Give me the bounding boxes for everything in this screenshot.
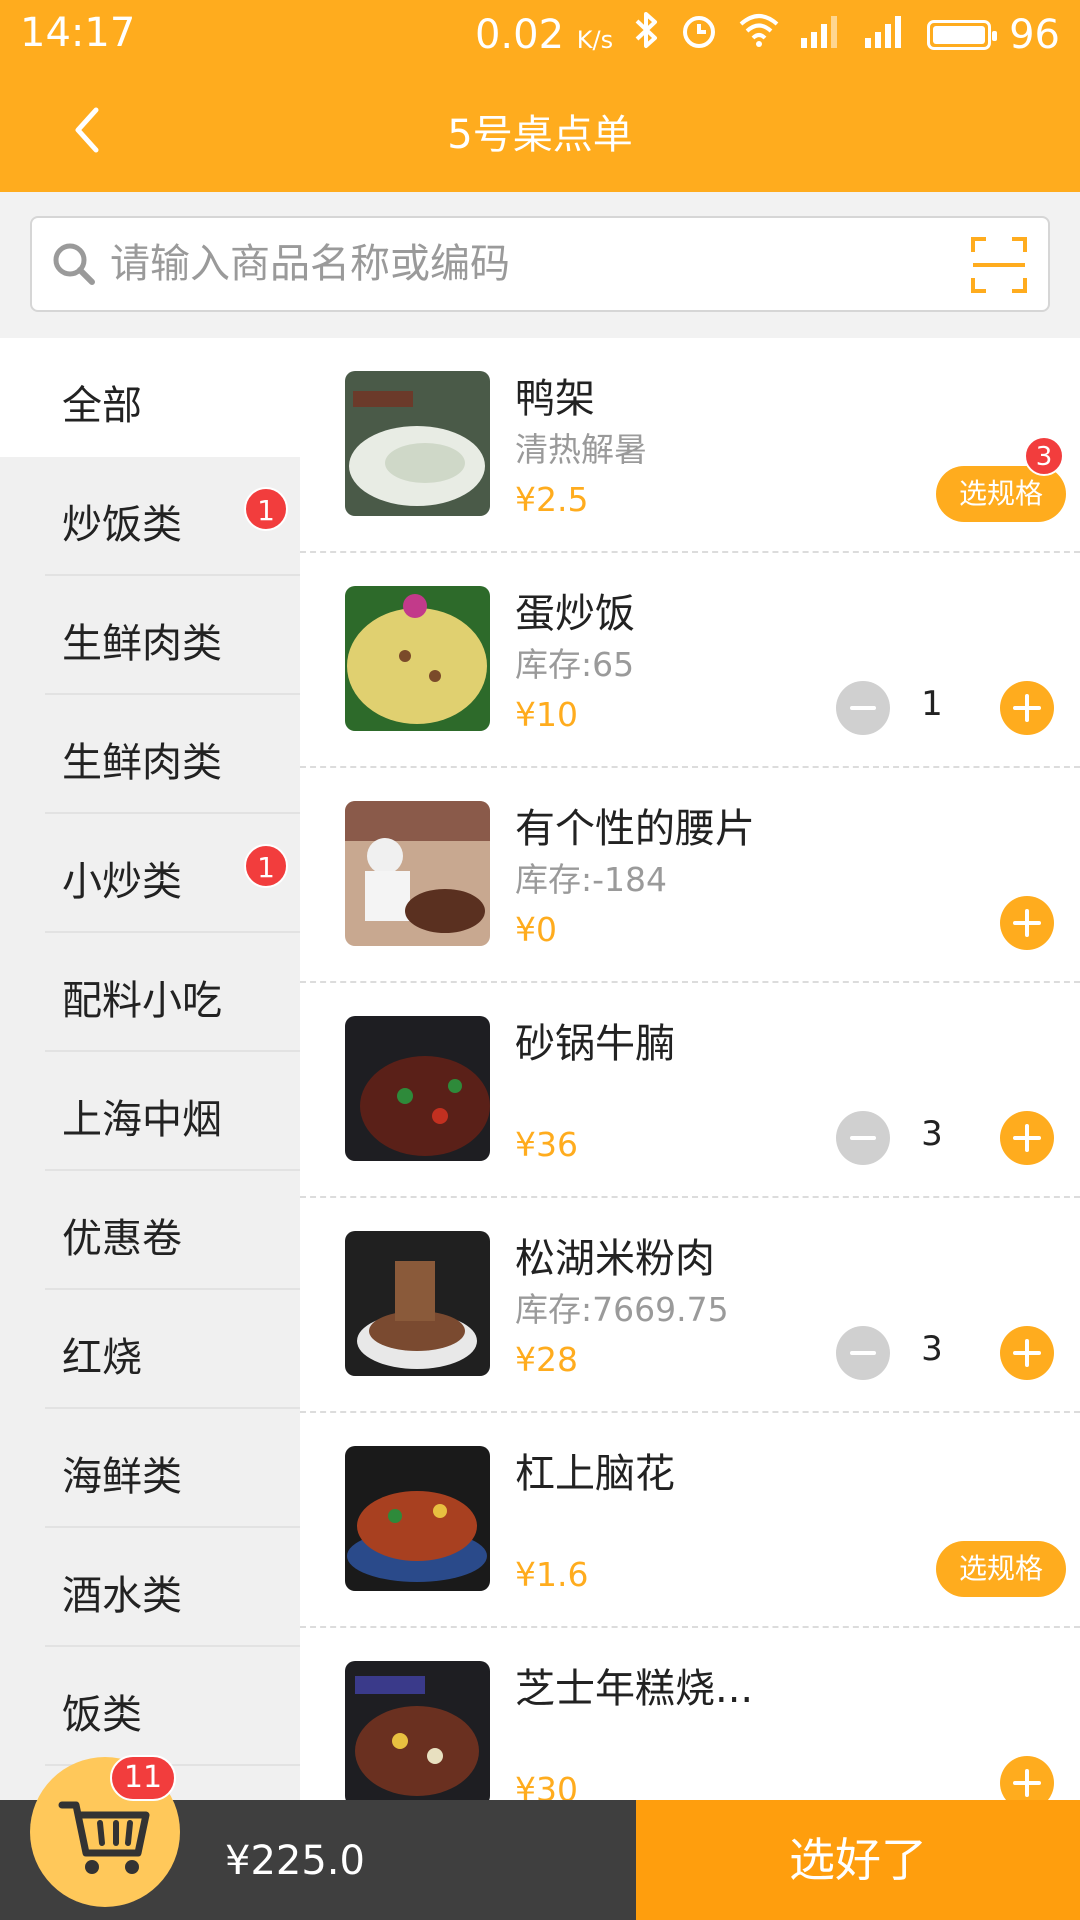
- bluetooth-icon: [631, 10, 661, 60]
- product-name: 蛋炒饭: [515, 591, 635, 637]
- cart-count-badge: 11: [110, 1755, 176, 1801]
- product-price: ¥36: [515, 1125, 578, 1164]
- product-image: [345, 801, 490, 946]
- cart-total: ¥225.0: [225, 1838, 365, 1884]
- category-label: 上海中烟: [62, 1097, 222, 1143]
- category-item[interactable]: 海鲜类: [0, 1409, 300, 1528]
- category-badge: 1: [244, 487, 288, 531]
- status-time: 14:17: [20, 10, 136, 56]
- product-image: [345, 1231, 490, 1376]
- product-stock: 库存:7669.75: [515, 1290, 729, 1329]
- category-label: 饭类: [62, 1692, 142, 1738]
- product-image: [345, 1446, 490, 1591]
- product-name: 杠上脑花: [515, 1451, 675, 1497]
- category-item[interactable]: 优惠卷: [0, 1171, 300, 1290]
- product-item[interactable]: 松湖米粉肉 库存:7669.75 ¥28 3: [300, 1198, 1080, 1413]
- increase-button[interactable]: [1000, 896, 1054, 950]
- product-name: 有个性的腰片: [515, 806, 755, 852]
- select-spec-button[interactable]: 选规格: [936, 1541, 1066, 1597]
- increase-button[interactable]: [1000, 1111, 1054, 1165]
- category-item[interactable]: 小炒类 1: [0, 814, 300, 933]
- product-image: [345, 1016, 490, 1161]
- nav-bar: 5号桌点单: [0, 80, 1080, 180]
- increase-button[interactable]: [1000, 681, 1054, 735]
- scan-icon[interactable]: [970, 236, 1028, 298]
- category-label: 酒水类: [62, 1573, 182, 1619]
- category-badge: 1: [244, 844, 288, 888]
- product-name: 芝士年糕烧...: [515, 1666, 754, 1712]
- product-quantity: 3: [921, 1329, 943, 1369]
- signal-icon: [863, 10, 909, 60]
- category-label: 全部: [62, 383, 142, 429]
- category-item[interactable]: 生鲜肉类: [0, 576, 300, 695]
- increase-button[interactable]: [1000, 1756, 1054, 1800]
- category-item[interactable]: 配料小吃: [0, 933, 300, 1052]
- category-item[interactable]: 红烧: [0, 1290, 300, 1409]
- search-area: [0, 192, 1080, 338]
- decrease-button[interactable]: [836, 681, 890, 735]
- confirm-button[interactable]: 选好了: [636, 1800, 1080, 1920]
- category-item[interactable]: 生鲜肉类: [0, 695, 300, 814]
- product-price: ¥1.6: [515, 1555, 589, 1594]
- product-quantity: 1: [921, 684, 943, 724]
- product-item[interactable]: 砂锅牛腩 ¥36 3: [300, 983, 1080, 1198]
- top-bar: 14:17 0.02 K/s 96 5号桌点单: [0, 0, 1080, 192]
- category-item[interactable]: 上海中烟: [0, 1052, 300, 1171]
- search-input[interactable]: [110, 234, 910, 294]
- search-box[interactable]: [30, 216, 1050, 312]
- network-speed-unit: K/s: [576, 26, 614, 54]
- search-icon: [50, 240, 98, 292]
- status-bar: 14:17 0.02 K/s 96: [0, 0, 1080, 66]
- decrease-button[interactable]: [836, 1111, 890, 1165]
- product-image: [345, 1661, 490, 1800]
- product-name: 松湖米粉肉: [515, 1236, 715, 1282]
- product-price: ¥10: [515, 695, 578, 734]
- decrease-button[interactable]: [836, 1326, 890, 1380]
- category-label: 生鲜肉类: [62, 621, 222, 667]
- signal-4g-icon: [799, 10, 845, 60]
- product-price: ¥2.5: [515, 480, 589, 519]
- product-price: ¥30: [515, 1770, 578, 1800]
- product-price: ¥0: [515, 910, 557, 949]
- network-speed: 0.02 K/s: [475, 12, 613, 58]
- category-item[interactable]: 炒饭类 1: [0, 457, 300, 576]
- product-quantity: 3: [921, 1114, 943, 1154]
- product-name: 砂锅牛腩: [515, 1021, 675, 1067]
- category-label: 小炒类: [62, 859, 182, 905]
- product-item[interactable]: 芝士年糕烧... ¥30: [300, 1628, 1080, 1800]
- network-speed-value: 0.02: [474, 12, 565, 58]
- category-label: 海鲜类: [62, 1454, 182, 1500]
- category-label: 生鲜肉类: [62, 740, 222, 786]
- product-stock: 库存:-184: [515, 860, 668, 899]
- category-item-all[interactable]: 全部: [0, 338, 300, 457]
- product-price: ¥28: [515, 1340, 578, 1379]
- category-sidebar: 全部 炒饭类 1 生鲜肉类 生鲜肉类 小炒类 1 配料小吃 上海中烟 优惠卷 红…: [0, 338, 300, 1800]
- wifi-icon: [737, 10, 781, 60]
- category-item[interactable]: 饭类: [0, 1647, 300, 1766]
- category-label: 炒饭类: [62, 502, 182, 548]
- battery-level: 96: [1009, 12, 1060, 58]
- page-title: 5号桌点单: [447, 112, 633, 158]
- category-label: 优惠卷: [62, 1216, 182, 1262]
- product-item[interactable]: 鸭架 清热解暑 ¥2.5 选规格 3: [300, 338, 1080, 553]
- category-label: 红烧: [62, 1335, 142, 1381]
- product-name: 鸭架: [515, 376, 595, 422]
- product-stock: 库存:65: [515, 645, 635, 684]
- increase-button[interactable]: [1000, 1326, 1054, 1380]
- spec-count-badge: 3: [1024, 436, 1064, 476]
- product-item[interactable]: 杠上脑花 ¥1.6 选规格: [300, 1413, 1080, 1628]
- battery-icon: [927, 20, 998, 50]
- category-item[interactable]: 酒水类: [0, 1528, 300, 1647]
- product-list: 鸭架 清热解暑 ¥2.5 选规格 3 蛋炒饭 库存:65 ¥10 1 有个性的腰…: [300, 338, 1080, 1800]
- alarm-icon: [679, 10, 719, 60]
- product-item[interactable]: 有个性的腰片 库存:-184 ¥0: [300, 768, 1080, 983]
- category-label: 配料小吃: [62, 978, 222, 1024]
- product-item[interactable]: 蛋炒饭 库存:65 ¥10 1: [300, 553, 1080, 768]
- status-icons: 0.02 K/s 96: [475, 10, 1060, 60]
- product-description: 清热解暑: [515, 430, 647, 469]
- product-image: [345, 371, 490, 516]
- product-image: [345, 586, 490, 731]
